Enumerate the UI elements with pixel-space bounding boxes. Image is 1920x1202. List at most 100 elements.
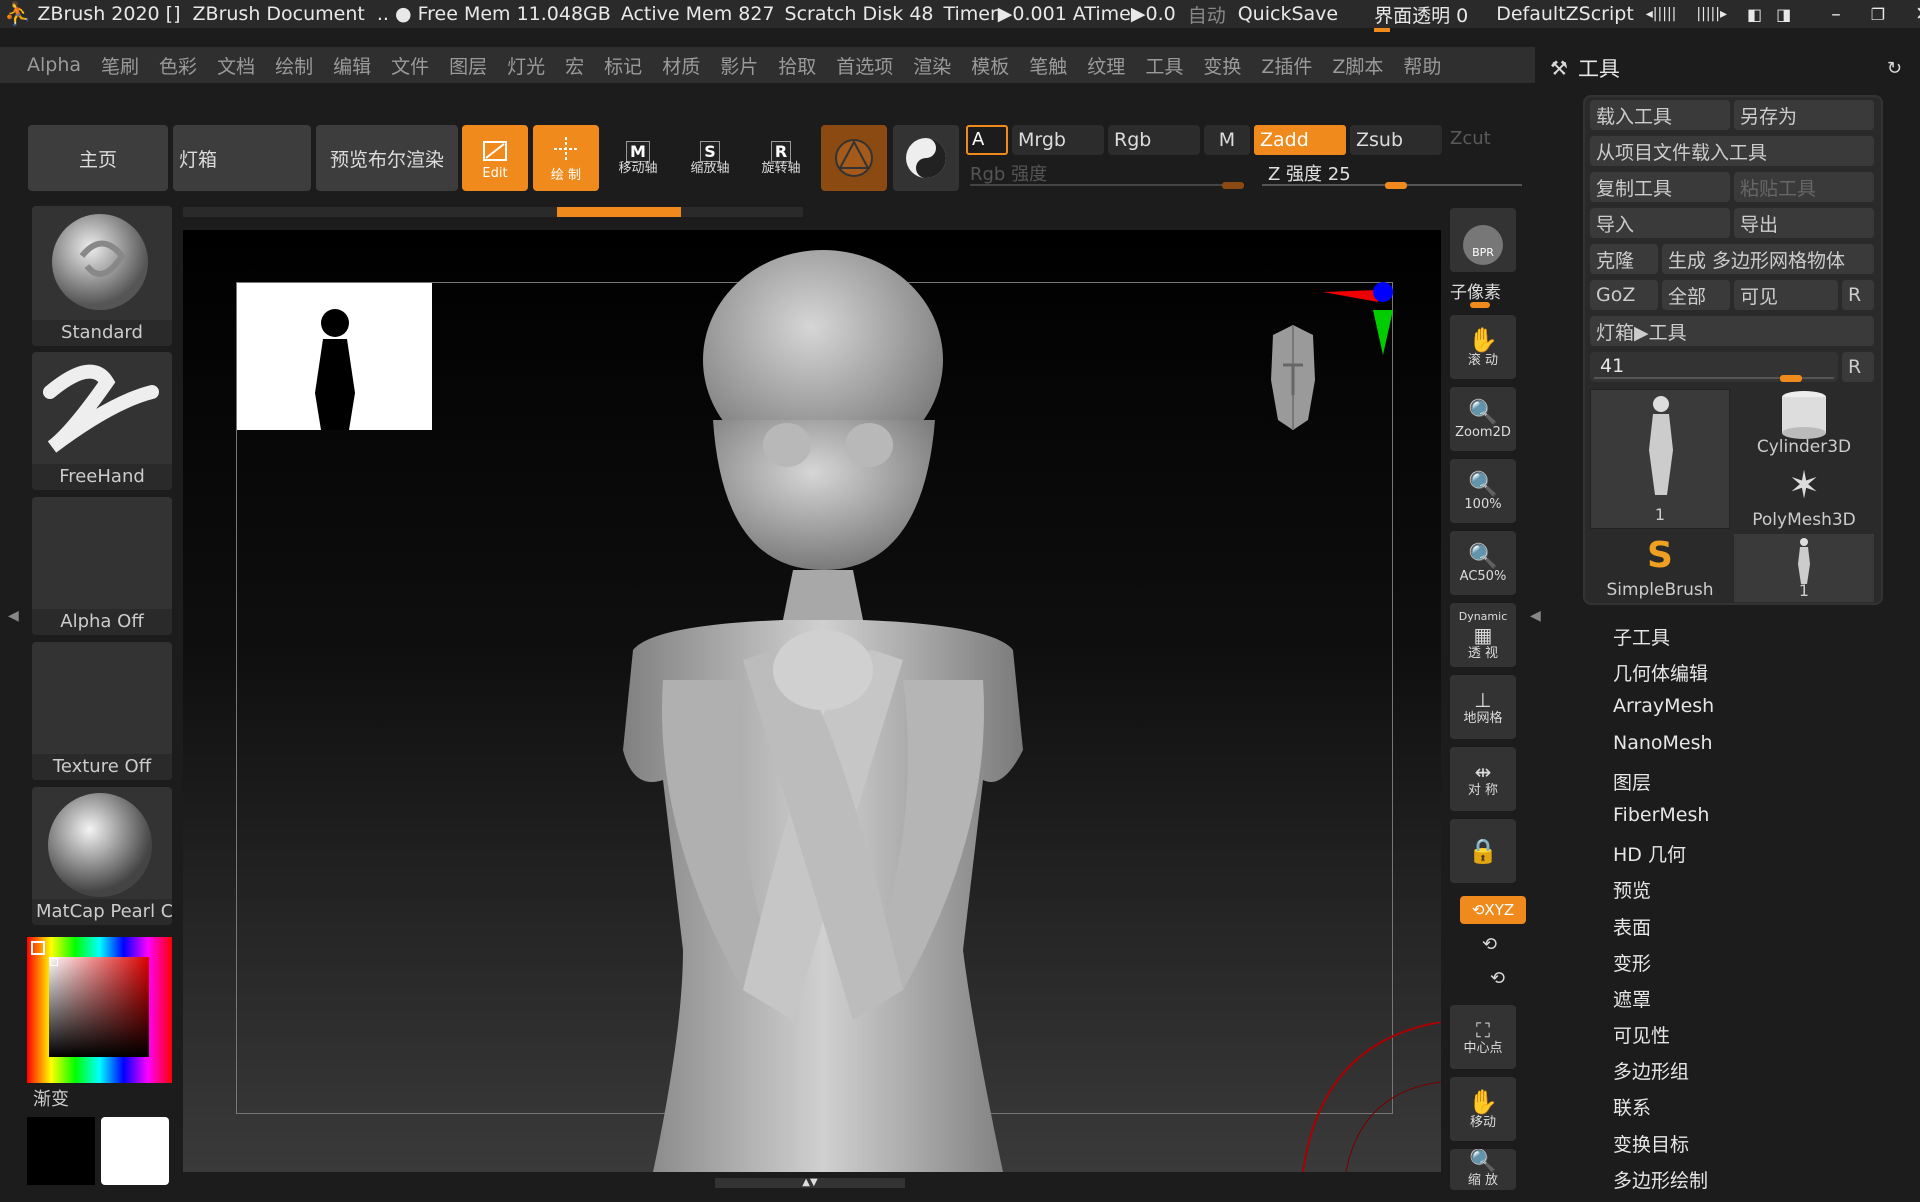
subpalette-item[interactable]: 变形 — [1613, 949, 1913, 985]
subpalette-item[interactable]: 预览 — [1613, 876, 1913, 912]
right-collapse-arrow[interactable]: ◀ — [1530, 608, 1541, 624]
bpr-preview-button[interactable]: 预览布尔渲染 — [316, 125, 458, 191]
z-intensity-slider[interactable]: Z 强度 25 — [1262, 160, 1522, 190]
goz-button[interactable]: GoZ — [1590, 280, 1658, 310]
rgb-button[interactable]: Rgb — [1108, 125, 1200, 155]
floor-grid-button[interactable]: ⊥ 地网格 — [1450, 675, 1516, 739]
menu-item[interactable]: 编辑 — [333, 52, 371, 79]
tool-thumb-current[interactable]: 1 — [1590, 389, 1730, 529]
subpalette-item[interactable]: 遮罩 — [1613, 985, 1913, 1021]
mrgb-button[interactable]: Mrgb — [1012, 125, 1104, 155]
bpr-button[interactable]: BPR — [1450, 208, 1516, 272]
rotate-axis-button[interactable]: R 旋转轴 — [748, 125, 814, 191]
canvas-area[interactable] — [183, 230, 1441, 1172]
lock-button[interactable]: 🔒 — [1450, 819, 1516, 883]
canvas-bottom-scrollbar[interactable]: ▲▼ — [715, 1178, 905, 1188]
stroke-selector[interactable]: FreeHand — [32, 352, 172, 490]
tool-thumb-cylinder[interactable]: Cylinder3D — [1734, 389, 1874, 459]
center-point-button[interactable]: ⛶ 中心点 — [1450, 1005, 1516, 1069]
subpalette-item[interactable]: 图层 — [1613, 768, 1913, 804]
home-button[interactable]: 主页 — [28, 125, 168, 191]
close-icon[interactable]: ✕ — [1915, 3, 1920, 25]
subpalette-item[interactable]: 多边形绘制 — [1613, 1166, 1913, 1202]
subpixel-slider[interactable]: 子像素 — [1450, 278, 1516, 308]
clone-button[interactable]: 克隆 — [1590, 244, 1658, 274]
left-collapse-arrow[interactable]: ◀ — [8, 608, 19, 624]
menu-item[interactable]: Alpha — [27, 54, 81, 76]
active-tab-indicator[interactable] — [557, 207, 681, 217]
color-picker[interactable] — [27, 937, 172, 1083]
menu-item[interactable]: 渲染 — [913, 52, 951, 79]
load-tool-button[interactable]: 载入工具 — [1590, 100, 1730, 130]
menu-item[interactable]: 笔触 — [1029, 52, 1067, 79]
make-polymesh-button[interactable]: 生成 多边形网格物体 — [1662, 244, 1874, 274]
gyro-sphere-button[interactable] — [893, 125, 959, 191]
tool-thumb-figure-small[interactable]: 1 — [1734, 534, 1874, 602]
zadd-button[interactable]: Zadd — [1254, 125, 1346, 155]
zsub-button[interactable]: Zsub — [1350, 125, 1442, 155]
import-button[interactable]: 导入 — [1590, 208, 1730, 238]
quicksave-button[interactable]: QuickSave — [1238, 3, 1338, 25]
menu-item[interactable]: 首选项 — [836, 52, 893, 79]
rotate-z-icon[interactable]: ⟲ — [1490, 968, 1505, 989]
subpalette-item[interactable]: HD 几何 — [1613, 840, 1913, 876]
move-view-button[interactable]: ✋ 移动 — [1450, 1077, 1516, 1141]
xyz-rotate-button[interactable]: ⟲ XYZ — [1460, 896, 1526, 924]
texture-selector[interactable]: Texture Off — [32, 642, 172, 780]
zoom-view-button[interactable]: 🔍 缩 放 — [1450, 1149, 1516, 1190]
lightbox-button[interactable]: 灯箱 — [173, 125, 311, 191]
m-button[interactable]: M — [1204, 125, 1250, 155]
menu-item[interactable]: 宏 — [565, 52, 584, 79]
subpalette-item[interactable]: 变换目标 — [1613, 1130, 1913, 1166]
subpalette-item[interactable]: 联系 — [1613, 1093, 1913, 1129]
layout-icon[interactable]: ◧ — [1747, 5, 1762, 24]
subpalette-item[interactable]: 多边形组 — [1613, 1057, 1913, 1093]
zoom2d-button[interactable]: 🔍 Zoom2D — [1450, 387, 1516, 451]
refresh-icon[interactable]: ↻ — [1887, 58, 1902, 79]
menu-item[interactable]: 工具 — [1145, 52, 1183, 79]
menu-item[interactable]: 帮助 — [1403, 52, 1441, 79]
main-color-swatch[interactable] — [27, 1117, 95, 1185]
rgb-intensity-slider[interactable]: Rgb 强度 — [966, 160, 1248, 190]
subpalette-item[interactable]: NanoMesh — [1613, 732, 1913, 768]
ui-transparency-slider[interactable]: 界面透明 0 — [1374, 1, 1468, 32]
brush-selector[interactable]: Standard — [32, 206, 172, 346]
copy-tool-button[interactable]: 复制工具 — [1590, 172, 1730, 202]
scroll-button[interactable]: ✋ 滚 动 — [1450, 315, 1516, 379]
load-from-project-button[interactable]: 从项目文件载入工具 — [1590, 136, 1874, 166]
minimize-icon[interactable]: – — [1831, 3, 1841, 25]
goz-all-button[interactable]: 全部 — [1662, 280, 1730, 310]
menu-item[interactable]: 笔刷 — [101, 52, 139, 79]
paste-tool-button[interactable]: 粘贴工具 — [1734, 172, 1874, 202]
subpalette-item[interactable]: 子工具 — [1613, 623, 1913, 659]
menu-item[interactable]: 文件 — [391, 52, 429, 79]
tool-count-slider[interactable]: 41 — [1590, 352, 1838, 382]
tool-thumb-polymesh[interactable]: ✶ PolyMesh3D — [1734, 462, 1874, 532]
zoom-ac50-button[interactable]: 🔍 AC50% — [1450, 531, 1516, 595]
subpalette-item[interactable]: 几何体编辑 — [1613, 659, 1913, 695]
goz-visible-button[interactable]: 可见 — [1734, 280, 1838, 310]
menu-item[interactable]: 绘制 — [275, 52, 313, 79]
menu-item[interactable]: 变换 — [1203, 52, 1241, 79]
gradient-label[interactable]: 渐变 — [33, 1085, 69, 1111]
lightbox-tools-button[interactable]: 灯箱▶工具 — [1590, 316, 1874, 346]
menu-item[interactable]: 影片 — [720, 52, 758, 79]
menu-item[interactable]: 灯光 — [507, 52, 545, 79]
material-selector[interactable]: MatCap Pearl Ca — [32, 787, 172, 925]
axis-gizmo[interactable] — [1313, 280, 1403, 370]
count-r-button[interactable]: R — [1842, 352, 1874, 382]
a-toggle[interactable]: A — [966, 125, 1008, 155]
menu-item[interactable]: 标记 — [604, 52, 642, 79]
symmetry-button[interactable]: ⇹ 对 称 — [1450, 747, 1516, 811]
menu-item[interactable]: 材质 — [662, 52, 700, 79]
move-axis-button[interactable]: M 移动轴 — [605, 125, 671, 191]
subpalette-item[interactable]: ArrayMesh — [1613, 695, 1913, 731]
restore-icon[interactable]: ❐ — [1871, 5, 1885, 24]
rotate-y-icon[interactable]: ⟲ — [1482, 934, 1497, 955]
zoom-100-button[interactable]: 🔍 100% — [1450, 459, 1516, 523]
menu-item[interactable]: 文档 — [217, 52, 255, 79]
goz-r-button[interactable]: R — [1842, 280, 1874, 310]
default-zscript[interactable]: DefaultZScript — [1496, 3, 1634, 25]
save-as-button[interactable]: 另存为 — [1734, 100, 1874, 130]
menu-item[interactable]: Z插件 — [1261, 52, 1312, 79]
